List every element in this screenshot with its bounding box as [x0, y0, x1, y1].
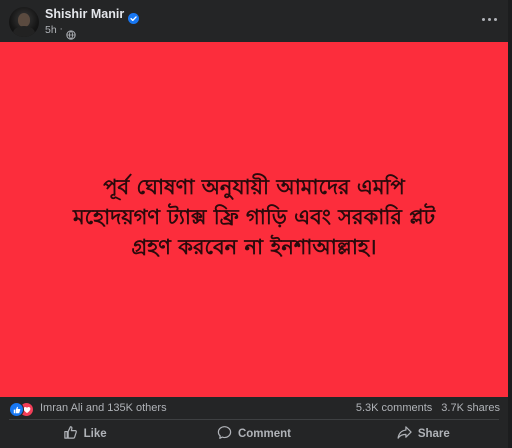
share-label: Share — [417, 428, 450, 440]
share-icon — [397, 425, 412, 443]
post-timestamp[interactable]: 5h — [45, 24, 57, 36]
comment-label: Comment — [237, 428, 291, 440]
reactions-bar: Imran Ali and 135K others 5.3K comments … — [0, 398, 508, 420]
avatar-body — [13, 26, 35, 37]
comments-count[interactable]: 5.3K comments — [356, 402, 432, 414]
post-image[interactable]: পূর্ব ঘোষণা অনুযায়ী আমাদের এমপি মহোদয়গ… — [0, 42, 508, 397]
engagement-counts: 5.3K comments 3.7K shares — [356, 402, 500, 414]
post-meta: 5h · — [45, 24, 76, 40]
meta-separator: · — [59, 25, 63, 35]
post-actions: Like Comment Share — [0, 420, 508, 448]
comment-icon — [217, 425, 232, 443]
like-reaction-icon — [9, 402, 24, 417]
reactions-summary[interactable]: Imran Ali and 135K others — [40, 402, 167, 414]
comment-button[interactable]: Comment — [169, 420, 338, 448]
author-avatar[interactable] — [9, 7, 39, 37]
like-label: Like — [83, 428, 107, 440]
reaction-icons[interactable] — [9, 402, 39, 417]
like-button[interactable]: Like — [0, 420, 169, 448]
image-text-line: পূর্ব ঘোষণা অনুযায়ী আমাদের এমপি — [103, 175, 405, 199]
globe-icon[interactable] — [65, 25, 76, 40]
shares-count[interactable]: 3.7K shares — [441, 402, 500, 414]
author-name-row: Shishir Manir — [45, 7, 140, 24]
author-name[interactable]: Shishir Manir — [45, 7, 124, 21]
share-button[interactable]: Share — [339, 420, 508, 448]
like-icon — [63, 425, 78, 443]
window-scroll-edge — [508, 0, 512, 448]
avatar-face — [18, 13, 30, 27]
verified-badge-icon — [128, 9, 140, 24]
image-text-line: গ্রহণ করবেন না ইনশাআল্লাহ। — [131, 235, 377, 259]
more-options-icon[interactable] — [478, 8, 500, 30]
image-text-line: মহোদয়গণ ট্যাক্স ফ্রি গাড়ি এবং সরকারি প… — [72, 205, 436, 229]
facebook-post: Shishir Manir 5h · পূর্ব ঘোষণা অনুযায়ী … — [0, 0, 508, 448]
post-image-text: পূর্ব ঘোষণা অনুযায়ী আমাদের এমপি মহোদয়গ… — [0, 172, 508, 262]
